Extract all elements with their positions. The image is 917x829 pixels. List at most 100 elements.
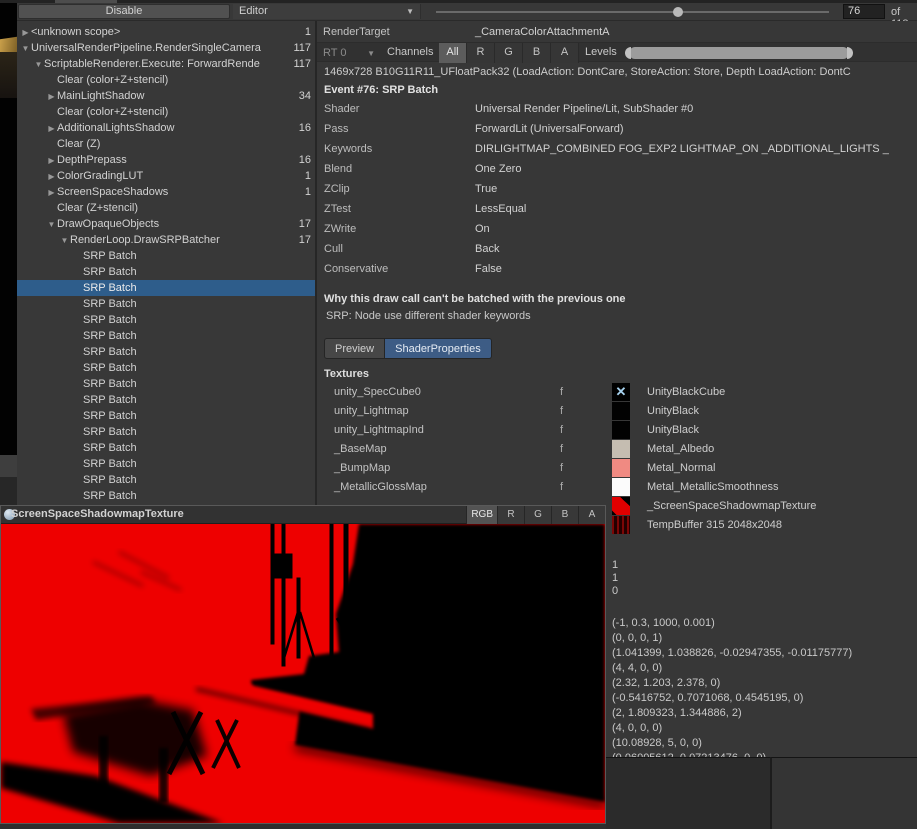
tree-row-label: RenderLoop.DrawSRPBatcher [70, 234, 297, 246]
tab-preview[interactable]: Preview [324, 338, 385, 359]
channel-button-b[interactable]: B [523, 43, 551, 63]
tree-row[interactable]: Clear (color+Z+stencil) [17, 72, 315, 88]
rt-index-dropdown[interactable]: RT 0 ▼ [321, 45, 379, 61]
preview-channel-button-rgb[interactable]: RGB [466, 506, 497, 524]
tree-row[interactable]: ▶AdditionalLightsShadow16 [17, 120, 315, 136]
tree-row[interactable]: SRP Batch [17, 456, 315, 472]
texture-thumbnail-metallic [612, 478, 630, 496]
tree-row[interactable]: SRP Batch [17, 328, 315, 344]
texture-row[interactable]: _BumpMapfMetal_Normal [317, 459, 917, 478]
tree-row[interactable]: SRP Batch [17, 392, 315, 408]
tree-row[interactable]: SRP Batch [17, 472, 315, 488]
tab-shader-properties[interactable]: ShaderProperties [385, 338, 492, 359]
tree-row[interactable]: SRP Batch [17, 296, 315, 312]
shader-property-row: ZTestLessEqual [317, 199, 917, 219]
channel-button-r[interactable]: R [467, 43, 495, 63]
shadowmap-preview-image[interactable] [1, 524, 605, 823]
rt-index-label: RT 0 [323, 47, 346, 59]
tree-row[interactable]: Clear (Z) [17, 136, 315, 152]
tree-row[interactable]: ▼DrawOpaqueObjects17 [17, 216, 315, 232]
preview-channel-button-g[interactable]: G [524, 506, 551, 524]
levels-max-handle[interactable] [847, 47, 853, 59]
texture-thumbnail-normal [612, 459, 630, 477]
tree-row[interactable]: SRP Batch [17, 360, 315, 376]
channels-label: Channels [387, 46, 433, 58]
expand-arrow-icon[interactable]: ▼ [59, 236, 70, 245]
tree-row-label: ScriptableRenderer.Execute: ForwardRende [44, 58, 291, 70]
render-target-value: _CameraColorAttachmentA [475, 26, 610, 38]
tree-row[interactable]: SRP Batch [17, 264, 315, 280]
frame-slider[interactable] [430, 3, 835, 20]
texture-row[interactable]: unity_SpecCube0f✕UnityBlackCube [317, 383, 917, 402]
tree-row[interactable]: SRP Batch [17, 408, 315, 424]
preview-channel-buttons: RGBRGBA [466, 506, 605, 524]
channel-button-a[interactable]: A [551, 43, 579, 63]
target-dropdown[interactable]: Editor ▼ [233, 4, 421, 19]
tree-row-label: DrawOpaqueObjects [57, 218, 297, 230]
tree-row[interactable]: ▼ScriptableRenderer.Execute: ForwardRend… [17, 56, 315, 72]
detail-tabs: Preview ShaderProperties [324, 338, 917, 359]
preview-channel-button-a[interactable]: A [578, 506, 605, 524]
tree-row[interactable]: ▶<unknown scope>1 [17, 24, 315, 40]
batch-break-title: Why this draw call can't be batched with… [317, 293, 917, 305]
tree-row-label: SRP Batch [83, 426, 309, 438]
disable-button[interactable]: Disable [18, 4, 230, 19]
tree-row[interactable]: ▶MainLightShadow34 [17, 88, 315, 104]
tree-row[interactable]: ▼RenderLoop.DrawSRPBatcher17 [17, 232, 315, 248]
tree-row-label: SRP Batch [83, 330, 309, 342]
texture-asset-label: _ScreenSpaceShadowmapTexture [647, 500, 816, 512]
expand-arrow-icon[interactable]: ▶ [20, 28, 31, 37]
tree-row-count: 1 [303, 26, 315, 38]
vector-value: (1.041399, 1.038826, -0.02947355, -0.011… [612, 646, 852, 661]
frame-slider-thumb[interactable] [673, 7, 683, 17]
shader-property-row: KeywordsDIRLIGHTMAP_COMBINED FOG_EXP2 LI… [317, 139, 917, 159]
tree-row[interactable]: ▼UniversalRenderPipeline.RenderSingleCam… [17, 40, 315, 56]
levels-range-slider[interactable] [623, 47, 855, 59]
levels-min-handle[interactable] [625, 47, 631, 59]
preview-titlebar: ScreenSpaceShadowmapTexture RGBRGBA [1, 506, 605, 524]
tree-row[interactable]: SRP Batch [17, 488, 315, 504]
texture-row[interactable]: unity_LightmapfUnityBlack [317, 402, 917, 421]
texture-property-name: unity_Lightmap [334, 405, 409, 417]
expand-arrow-icon[interactable]: ▶ [46, 124, 57, 133]
tree-row[interactable]: ▶ScreenSpaceShadows1 [17, 184, 315, 200]
preview-channel-button-b[interactable]: B [551, 506, 578, 524]
bottom-strip [0, 824, 606, 829]
expand-arrow-icon[interactable]: ▶ [46, 92, 57, 101]
tree-row[interactable]: SRP Batch [17, 440, 315, 456]
tree-row-count: 16 [297, 154, 315, 166]
texture-property-name: _MetallicGlossMap [334, 481, 427, 493]
tree-row-count: 34 [297, 90, 315, 102]
preview-channel-button-r[interactable]: R [497, 506, 524, 524]
property-value: DIRLIGHTMAP_COMBINED FOG_EXP2 LIGHTMAP_O… [475, 143, 889, 155]
tree-row[interactable]: SRP Batch [17, 312, 315, 328]
texture-asset-label: Metal_Normal [647, 462, 715, 474]
tree-row[interactable]: SRP Batch [17, 248, 315, 264]
background-panel-left [605, 757, 770, 829]
vector-value: (0, 0, 0, 1) [612, 631, 852, 646]
property-value: Universal Render Pipeline/Lit, SubShader… [475, 103, 693, 115]
tree-row[interactable]: ▶ColorGradingLUT1 [17, 168, 315, 184]
property-value: False [475, 263, 502, 275]
expand-arrow-icon[interactable]: ▼ [46, 220, 57, 229]
channel-button-g[interactable]: G [495, 43, 523, 63]
expand-arrow-icon[interactable]: ▶ [46, 172, 57, 181]
expand-arrow-icon[interactable]: ▶ [46, 188, 57, 197]
tree-row[interactable]: SRP Batch [17, 280, 315, 296]
tree-row[interactable]: Clear (color+Z+stencil) [17, 104, 315, 120]
texture-row[interactable]: unity_LightmapIndfUnityBlack [317, 421, 917, 440]
expand-arrow-icon[interactable]: ▶ [46, 156, 57, 165]
tree-row[interactable]: Clear (Z+stencil) [17, 200, 315, 216]
expand-arrow-icon[interactable]: ▼ [20, 44, 31, 53]
texture-row[interactable]: _MetallicGlossMapfMetal_MetallicSmoothne… [317, 478, 917, 497]
tree-row[interactable]: ▶DepthPrepass16 [17, 152, 315, 168]
tree-row[interactable]: SRP Batch [17, 424, 315, 440]
tree-row[interactable]: SRP Batch [17, 376, 315, 392]
tree-row[interactable]: SRP Batch [17, 344, 315, 360]
shader-property-row: ShaderUniversal Render Pipeline/Lit, Sub… [317, 99, 917, 119]
frame-number-field[interactable]: 76 [843, 4, 885, 19]
float-value: 1 [612, 572, 618, 585]
channel-button-all[interactable]: All [439, 43, 467, 63]
expand-arrow-icon[interactable]: ▼ [33, 60, 44, 69]
texture-row[interactable]: _BaseMapfMetal_Albedo [317, 440, 917, 459]
